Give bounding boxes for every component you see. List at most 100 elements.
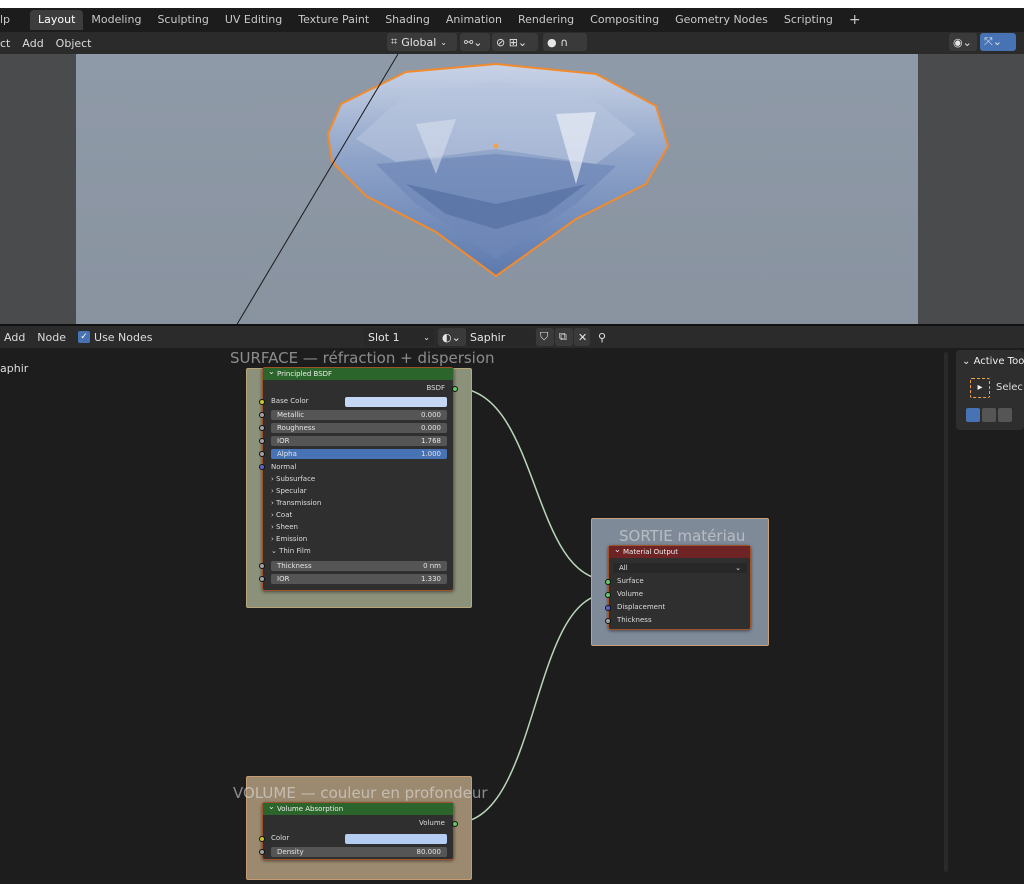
ior-label: IOR bbox=[277, 437, 290, 445]
menu-object[interactable]: Object bbox=[50, 37, 98, 50]
panel-emission[interactable]: › Emission bbox=[271, 535, 307, 543]
transform-orientation-dropdown[interactable]: ⌗ Global ⌄ bbox=[387, 33, 457, 51]
tab-modeling[interactable]: Modeling bbox=[83, 10, 149, 30]
tab-rendering[interactable]: Rendering bbox=[510, 10, 582, 30]
app-menu-fragment[interactable]: lp bbox=[0, 10, 30, 30]
surface-input-socket[interactable] bbox=[605, 579, 611, 585]
target-dropdown[interactable]: All ⌄ bbox=[613, 563, 747, 573]
tab-geometry-nodes[interactable]: Geometry Nodes bbox=[667, 10, 776, 30]
thin-film-ior-value: 1.330 bbox=[420, 575, 441, 583]
gizmo-toggle[interactable]: ⤧⌄ bbox=[980, 33, 1016, 51]
slot-dropdown[interactable]: Slot 1 ⌄ bbox=[364, 328, 434, 346]
node-header[interactable]: Principled BSDF bbox=[263, 366, 453, 380]
tab-scripting[interactable]: Scripting bbox=[776, 10, 841, 30]
volume-output-socket[interactable] bbox=[452, 821, 458, 827]
menu-node[interactable]: Node bbox=[31, 331, 72, 344]
tab-layout[interactable]: Layout bbox=[30, 10, 84, 30]
base-color-swatch[interactable] bbox=[345, 397, 447, 407]
thickness-input-socket[interactable] bbox=[605, 618, 611, 624]
viewport-3d[interactable] bbox=[0, 54, 1024, 326]
camera-view[interactable] bbox=[76, 54, 918, 326]
snap-dropdown[interactable]: ⊘ ⊞⌄ bbox=[492, 33, 538, 51]
ior-socket[interactable] bbox=[259, 438, 265, 444]
pivot-dropdown[interactable]: ⚯⌄ bbox=[460, 33, 490, 51]
metallic-field[interactable]: Metallic 0.000 bbox=[271, 410, 447, 420]
roughness-value: 0.000 bbox=[420, 424, 441, 432]
tool-sidebar: ⌄ Active Too ▸ Selec bbox=[956, 350, 1024, 430]
orientation-value: Global bbox=[401, 35, 437, 49]
ior-field[interactable]: IOR 1.768 bbox=[271, 436, 447, 446]
active-tool-label: Active Too bbox=[973, 356, 1024, 367]
node-volume-absorption[interactable]: Volume Absorption Volume Color Density 80… bbox=[259, 801, 458, 860]
material-browse-button[interactable]: ◐⌄ bbox=[438, 328, 466, 346]
menu-add-node[interactable]: Add bbox=[0, 331, 31, 344]
visibility-dropdown[interactable]: ◉⌄ bbox=[949, 33, 977, 51]
select-tool-button[interactable]: ▸ bbox=[970, 378, 990, 398]
node-header[interactable]: Material Output bbox=[609, 544, 750, 558]
select-mode-extend[interactable] bbox=[982, 408, 996, 422]
density-socket[interactable] bbox=[259, 849, 265, 855]
tab-uv-editing[interactable]: UV Editing bbox=[217, 10, 290, 30]
thin-film-ior-socket[interactable] bbox=[259, 576, 265, 582]
menu-add[interactable]: Add bbox=[16, 37, 49, 50]
alpha-value: 1.000 bbox=[420, 450, 441, 458]
panel-sheen-label: Sheen bbox=[276, 523, 298, 531]
active-tool-header[interactable]: ⌄ Active Too bbox=[962, 356, 1024, 367]
tab-texture-paint[interactable]: Texture Paint bbox=[290, 10, 377, 30]
panel-coat[interactable]: › Coat bbox=[271, 511, 292, 519]
panel-thin-film[interactable]: ⌄ Thin Film bbox=[271, 547, 311, 555]
material-name-field[interactable]: Saphir bbox=[466, 328, 536, 346]
panel-specular-label: Specular bbox=[276, 487, 307, 495]
base-color-socket[interactable] bbox=[259, 399, 265, 405]
select-mode-subtract[interactable] bbox=[998, 408, 1012, 422]
workspace-bar: lp Layout Modeling Sculpting UV Editing … bbox=[0, 8, 1024, 32]
node-editor-canvas[interactable] bbox=[0, 348, 1024, 884]
normal-socket[interactable] bbox=[259, 464, 265, 470]
density-field[interactable]: Density 80.000 bbox=[271, 847, 447, 857]
thickness-field[interactable]: Thickness 0 nm bbox=[271, 561, 447, 571]
tab-compositing[interactable]: Compositing bbox=[582, 10, 667, 30]
metallic-socket[interactable] bbox=[259, 412, 265, 418]
tab-sculpting[interactable]: Sculpting bbox=[149, 10, 216, 30]
menu-select[interactable]: ct bbox=[0, 37, 16, 50]
scrollbar[interactable] bbox=[944, 352, 948, 872]
alpha-socket[interactable] bbox=[259, 451, 265, 457]
select-tool-label: Selec bbox=[996, 382, 1023, 393]
link-icon: ⚯⌄ bbox=[464, 35, 483, 49]
bsdf-output-socket[interactable] bbox=[452, 386, 458, 392]
use-nodes-checkbox[interactable]: ✓ bbox=[78, 331, 91, 343]
displacement-input-socket[interactable] bbox=[605, 605, 611, 611]
bsdf-output-label: BSDF bbox=[426, 384, 445, 392]
normal-label: Normal bbox=[271, 463, 297, 471]
camera-passepartout-left bbox=[0, 54, 76, 326]
chevron-down-icon: ⌄ bbox=[440, 37, 447, 47]
panel-specular[interactable]: › Specular bbox=[271, 487, 307, 495]
alpha-field[interactable]: Alpha 1.000 bbox=[271, 449, 447, 459]
tab-animation[interactable]: Animation bbox=[438, 10, 510, 30]
panel-transmission[interactable]: › Transmission bbox=[271, 499, 321, 507]
gizmo-icon: ⤧⌄ bbox=[984, 35, 1003, 48]
thin-film-ior-field[interactable]: IOR 1.330 bbox=[271, 574, 447, 584]
node-principled-bsdf[interactable]: Principled BSDF BSDF Base Color Metallic… bbox=[259, 366, 458, 591]
unlink-material-button[interactable]: ✕ bbox=[574, 328, 590, 346]
add-workspace-button[interactable]: + bbox=[841, 10, 869, 30]
thickness-socket[interactable] bbox=[259, 563, 265, 569]
proportional-edit-button[interactable]: ● ∩ bbox=[543, 33, 587, 51]
node-material-output[interactable]: Material Output All ⌄ Surface Volume Disp… bbox=[605, 544, 751, 630]
pin-button[interactable]: ⚲ bbox=[594, 328, 610, 346]
base-color-label: Base Color bbox=[271, 397, 309, 405]
select-mode-new[interactable] bbox=[966, 408, 980, 422]
color-swatch[interactable] bbox=[345, 834, 447, 844]
roughness-socket[interactable] bbox=[259, 425, 265, 431]
volume-input-socket[interactable] bbox=[605, 592, 611, 598]
surface-input-label: Surface bbox=[617, 577, 644, 585]
duplicate-material-button[interactable]: ⧉ bbox=[555, 328, 573, 346]
panel-subsurface[interactable]: › Subsurface bbox=[271, 475, 315, 483]
thickness-value: 0 nm bbox=[423, 562, 441, 570]
panel-sheen[interactable]: › Sheen bbox=[271, 523, 298, 531]
color-socket[interactable] bbox=[259, 836, 265, 842]
fake-user-button[interactable]: ⛉ bbox=[536, 328, 554, 346]
node-header[interactable]: Volume Absorption bbox=[263, 801, 453, 815]
roughness-field[interactable]: Roughness 0.000 bbox=[271, 423, 447, 433]
tab-shading[interactable]: Shading bbox=[377, 10, 438, 30]
